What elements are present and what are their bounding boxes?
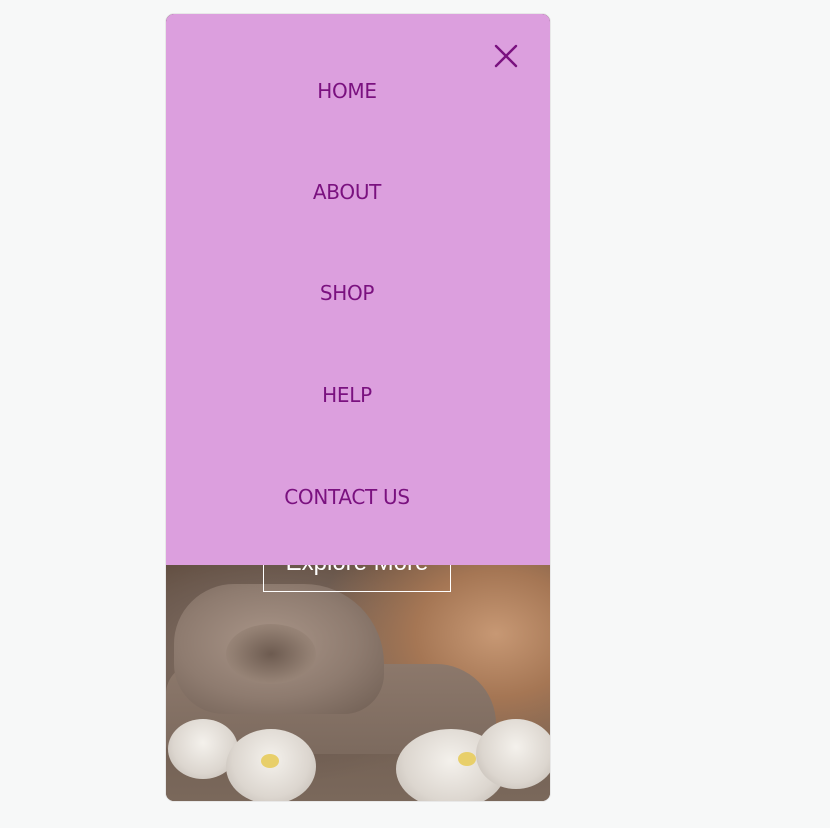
nav-item-help[interactable]: HELP	[166, 383, 528, 407]
mobile-nav-menu: HOME ABOUT SHOP HELP CONTACT US	[166, 14, 550, 565]
close-icon	[494, 44, 518, 68]
orchid-center	[458, 752, 476, 766]
nav-item-home[interactable]: HOME	[166, 79, 528, 103]
towel-roll-center	[226, 624, 316, 684]
mobile-viewport: Explore More HOME ABOUT SHOP HELP CONTAC…	[166, 14, 550, 801]
nav-item-contact-us[interactable]: CONTACT US	[166, 485, 528, 509]
nav-item-shop[interactable]: SHOP	[166, 281, 528, 305]
orchid-flower	[476, 719, 550, 789]
orchid-center	[261, 754, 279, 768]
close-menu-button[interactable]	[491, 41, 521, 71]
nav-item-about[interactable]: ABOUT	[166, 180, 528, 204]
